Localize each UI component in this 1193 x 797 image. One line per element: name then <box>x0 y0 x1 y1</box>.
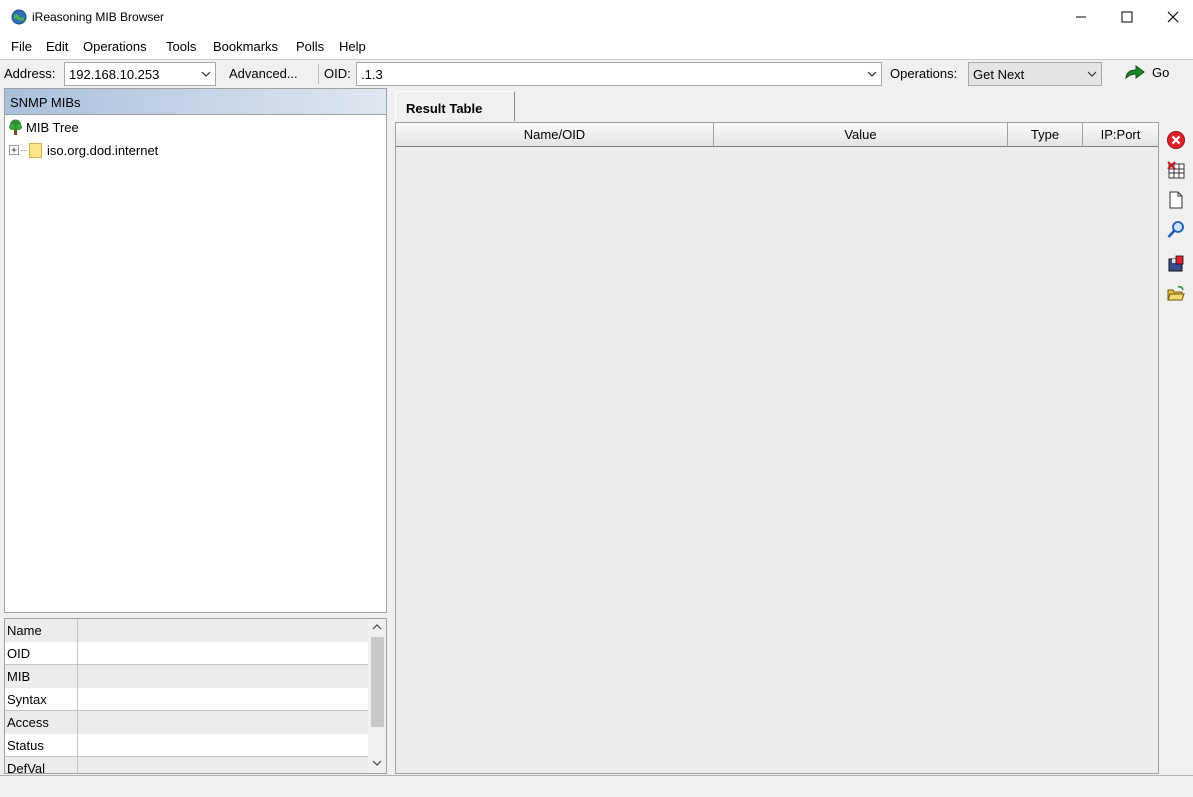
close-button[interactable] <box>1150 0 1193 34</box>
window-title: iReasoning MIB Browser <box>32 10 165 24</box>
menu-operations[interactable]: Operations <box>83 39 147 54</box>
title-bar: iReasoning MIB Browser <box>0 0 1193 34</box>
property-value <box>78 642 368 665</box>
open-folder-icon[interactable] <box>1166 284 1186 304</box>
table-row: Syntax <box>5 688 368 711</box>
property-name: Name <box>5 619 78 642</box>
minimize-button[interactable] <box>1058 0 1104 34</box>
column-header-value[interactable]: Value <box>714 123 1008 147</box>
go-button[interactable]: Go <box>1124 64 1169 80</box>
menu-help[interactable]: Help <box>339 39 366 54</box>
minimize-icon <box>1076 16 1086 18</box>
find-icon[interactable] <box>1166 220 1186 240</box>
close-icon <box>1167 11 1179 23</box>
chevron-down-icon[interactable] <box>867 69 877 79</box>
chevron-down-icon[interactable] <box>201 69 211 79</box>
scroll-down-icon[interactable] <box>372 759 382 767</box>
property-name: OID <box>5 642 78 665</box>
column-header-ip-port[interactable]: IP:Port <box>1083 123 1158 147</box>
maximize-icon <box>1121 11 1133 23</box>
table-row: OID <box>5 642 368 665</box>
status-bar <box>0 775 1193 797</box>
table-row: MIB <box>5 665 368 688</box>
scroll-up-icon[interactable] <box>372 623 382 631</box>
clear-table-icon[interactable] <box>1166 160 1186 180</box>
column-header-type[interactable]: Type <box>1008 123 1083 147</box>
oid-combobox[interactable]: .1.3 <box>356 62 882 86</box>
property-name: MIB <box>5 665 78 688</box>
property-value <box>78 665 368 688</box>
menu-edit[interactable]: Edit <box>46 39 68 54</box>
mib-panel-header: SNMP MIBs <box>4 88 387 115</box>
operations-value: Get Next <box>973 67 1025 82</box>
tree-node-root[interactable]: MIB Tree <box>7 117 79 137</box>
expand-plus-icon[interactable] <box>9 144 20 156</box>
toolbar: Address: 192.168.10.253 Advanced... OID:… <box>0 60 1193 88</box>
mib-properties-table: Name OID MIB Syntax Access Status DefVal <box>4 618 387 774</box>
mib-panel-title: SNMP MIBs <box>10 95 81 110</box>
table-row: DefVal <box>5 757 368 773</box>
table-row: Access <box>5 711 368 734</box>
operations-label: Operations: <box>890 66 958 81</box>
tree-node-internet[interactable]: iso.org.dod.internet <box>9 140 158 160</box>
new-document-icon[interactable] <box>1166 190 1186 210</box>
oid-label: OID: <box>324 66 351 81</box>
table-row: Status <box>5 734 368 757</box>
maximize-button[interactable] <box>1104 0 1150 34</box>
folder-icon <box>29 143 42 158</box>
property-name: Access <box>5 711 78 734</box>
menu-file[interactable]: File <box>11 39 32 54</box>
property-name: Syntax <box>5 688 78 711</box>
advanced-button[interactable]: Advanced... <box>229 66 298 81</box>
operations-select[interactable]: Get Next <box>968 62 1102 86</box>
mib-panel: SNMP MIBs MIB Tree iso.org.dod.internet <box>4 88 387 774</box>
result-panel: Result Table Name/OID Value Type IP:Port <box>395 88 1160 774</box>
tab-result-table[interactable]: Result Table <box>395 91 515 121</box>
menu-tools[interactable]: Tools <box>166 39 196 54</box>
app-globe-icon <box>11 9 27 25</box>
save-icon[interactable] <box>1166 254 1186 274</box>
column-header-name-oid[interactable]: Name/OID <box>396 123 714 147</box>
oid-value: .1.3 <box>361 67 383 82</box>
property-value <box>78 734 368 757</box>
menu-polls[interactable]: Polls <box>296 39 324 54</box>
address-label: Address: <box>4 66 56 81</box>
menu-bar: File Edit Operations Tools Bookmarks Pol… <box>0 34 1193 60</box>
menu-bookmarks[interactable]: Bookmarks <box>213 39 278 54</box>
mib-tree[interactable]: MIB Tree iso.org.dod.internet <box>4 115 387 613</box>
property-name: DefVal <box>5 757 78 773</box>
tree-node-label: iso.org.dod.internet <box>47 142 159 158</box>
properties-scrollbar[interactable] <box>368 619 386 773</box>
stop-icon[interactable] <box>1166 130 1186 150</box>
property-value <box>78 757 368 773</box>
property-value <box>78 688 368 711</box>
toolbar-separator <box>318 64 319 84</box>
table-row: Name <box>5 619 368 642</box>
chevron-down-icon[interactable] <box>1087 69 1097 79</box>
property-name: Status <box>5 734 78 757</box>
tree-node-label: MIB Tree <box>26 119 79 135</box>
tree-icon <box>9 119 22 135</box>
go-label: Go <box>1152 64 1170 80</box>
scrollbar-thumb[interactable] <box>371 637 384 727</box>
address-combobox[interactable]: 192.168.10.253 <box>64 62 216 86</box>
result-table[interactable]: Name/OID Value Type IP:Port <box>395 122 1159 774</box>
tab-label: Result Table <box>406 101 483 116</box>
address-value: 192.168.10.253 <box>69 67 160 82</box>
property-value <box>78 711 368 734</box>
property-value <box>78 619 368 642</box>
go-arrow-icon <box>1125 65 1145 80</box>
